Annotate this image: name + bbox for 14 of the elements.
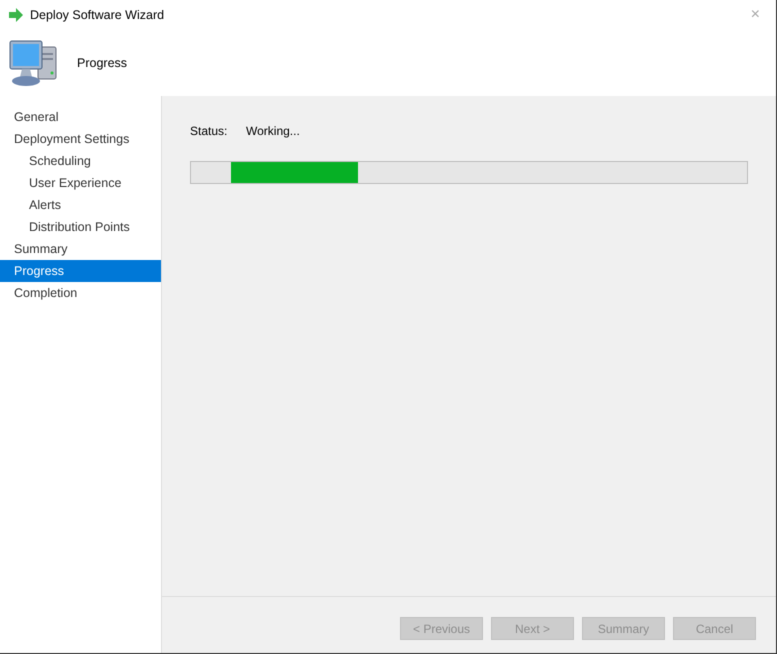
nav-item[interactable]: User Experience [0, 172, 161, 194]
nav-item[interactable]: Deployment Settings [0, 128, 161, 150]
nav-item[interactable]: Completion [0, 282, 161, 304]
nav-item[interactable]: Alerts [0, 194, 161, 216]
nav-item[interactable]: General [0, 106, 161, 128]
nav-item[interactable]: Distribution Points [0, 216, 161, 238]
nav-item[interactable]: Scheduling [0, 150, 161, 172]
page-heading: Progress [77, 54, 128, 72]
nav-item[interactable]: Summary [0, 238, 161, 260]
arrow-icon [8, 8, 24, 22]
window-title: Deploy Software Wizard [30, 6, 164, 24]
nav-item[interactable]: Progress [0, 260, 161, 282]
status-value: Working... [246, 123, 300, 140]
status-label: Status: [190, 123, 228, 140]
